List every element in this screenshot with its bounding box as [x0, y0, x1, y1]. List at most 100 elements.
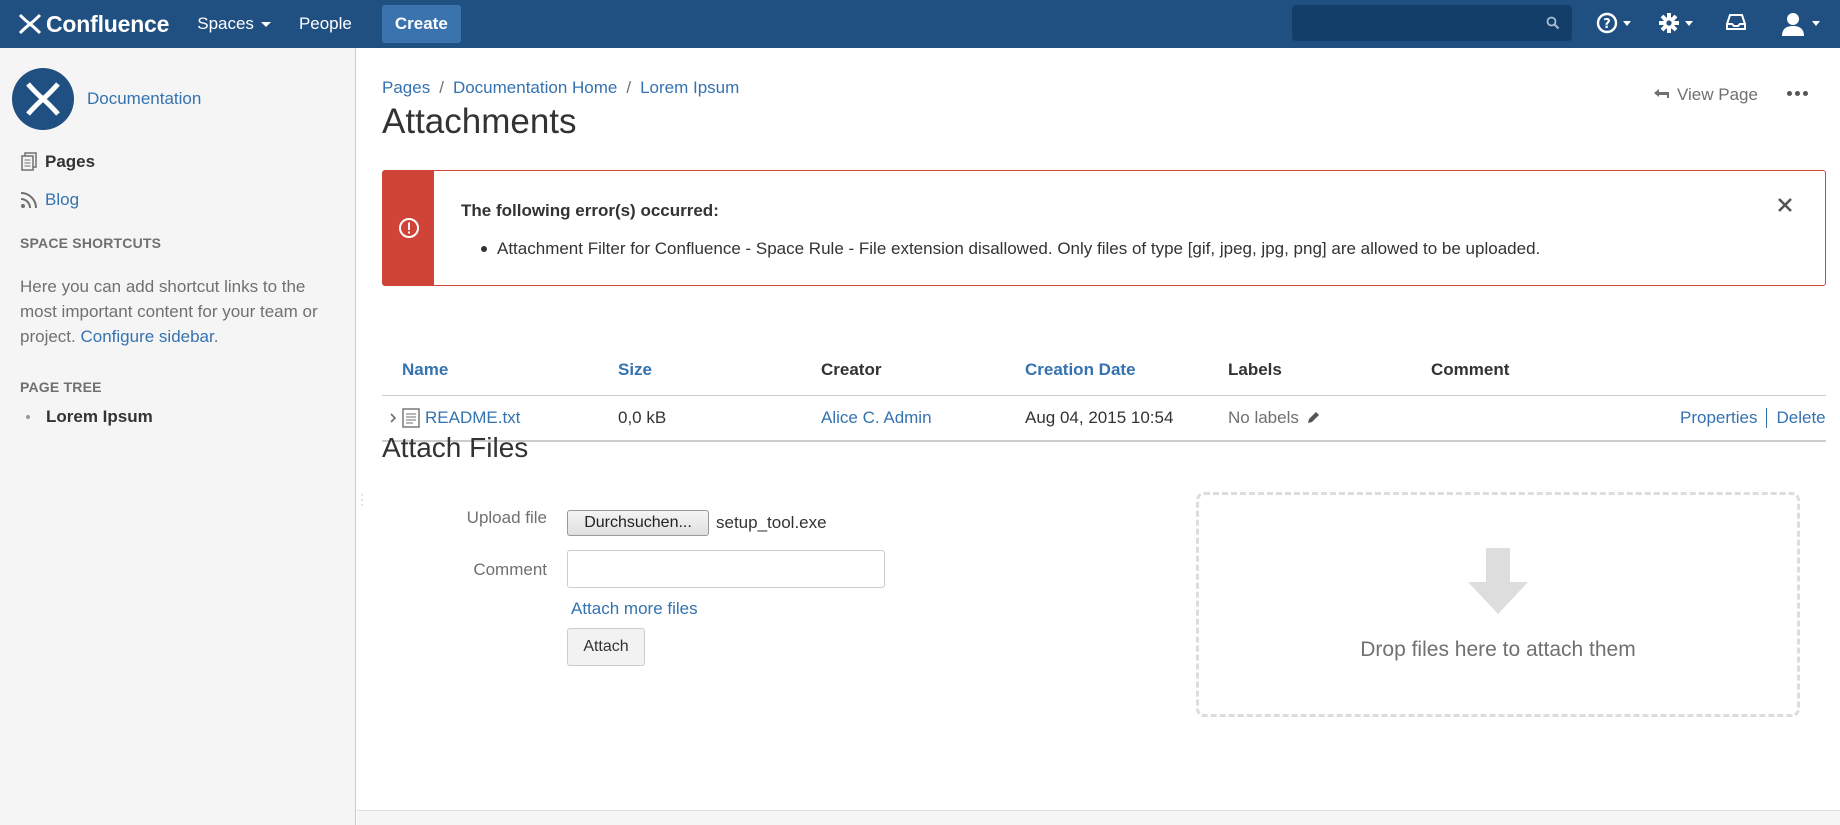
more-actions-button[interactable] — [1787, 91, 1808, 96]
labels-text: No labels — [1228, 408, 1299, 427]
row-actions: Properties Delete — [1680, 408, 1826, 428]
shortcuts-period: . — [213, 327, 219, 346]
sidebar-item-blog[interactable]: Blog — [20, 190, 79, 210]
error-text: Attachment Filter for Confluence - Space… — [497, 239, 1541, 258]
top-navigation-bar: Confluence Spaces People Create ? — [0, 0, 1840, 48]
footer-bar — [357, 810, 1840, 825]
selected-file-name: setup_tool.exe — [716, 513, 827, 532]
view-page-button[interactable]: View Page — [1653, 85, 1758, 105]
settings-menu[interactable] — [1658, 12, 1693, 34]
comment-field[interactable] — [567, 550, 885, 588]
sidebar-item-label: Pages — [45, 152, 96, 171]
main-content: Pages / Documentation Home / Lorem Ipsum… — [357, 48, 1840, 825]
rss-icon — [20, 192, 37, 209]
create-button[interactable]: Create — [381, 5, 461, 43]
page-title: Attachments — [382, 102, 577, 141]
attach-more-files-link[interactable]: Attach more files — [571, 599, 698, 619]
space-shortcuts-heading: SPACE SHORTCUTS — [20, 235, 162, 251]
column-header-creator: Creator — [821, 360, 882, 379]
page-tree-item-label: Lorem Ipsum — [46, 407, 153, 426]
more-dot — [1803, 91, 1808, 96]
confluence-x-icon — [26, 82, 60, 116]
column-header-labels: Labels — [1228, 360, 1282, 379]
breadcrumb-separator: / — [626, 78, 632, 97]
people-label: People — [298, 14, 352, 33]
breadcrumb-item-pages[interactable]: Pages — [382, 78, 430, 98]
back-arrow-icon — [1654, 89, 1669, 98]
close-icon[interactable] — [1778, 198, 1792, 212]
user-menu[interactable] — [1779, 9, 1820, 37]
pencil-icon[interactable] — [1305, 410, 1321, 426]
spaces-label: Spaces — [197, 14, 254, 33]
error-list-item: Attachment Filter for Confluence - Space… — [481, 239, 1540, 259]
attachment-file-link[interactable]: README.txt — [425, 408, 520, 428]
sidebar-item-pages[interactable]: Pages — [20, 152, 95, 172]
error-title: The following error(s) occurred: — [461, 201, 719, 220]
help-menu[interactable]: ? — [1596, 12, 1631, 34]
people-link[interactable]: People — [299, 0, 352, 48]
creator-link[interactable]: Alice C. Admin — [821, 408, 932, 428]
labels-cell: No labels — [1228, 408, 1321, 428]
error-stripe — [383, 171, 434, 285]
comment-label: Comment — [473, 560, 547, 579]
table-row: README.txt — [388, 408, 520, 428]
space-logo[interactable] — [12, 68, 74, 130]
confluence-x-icon — [18, 13, 42, 35]
page-tree-heading: PAGE TREE — [20, 379, 102, 395]
breadcrumb-item-lorem-ipsum[interactable]: Lorem Ipsum — [640, 78, 739, 98]
column-header-comment: Comment — [1431, 360, 1510, 379]
error-icon — [398, 218, 419, 238]
chevron-down-icon — [1623, 20, 1631, 26]
page-tree-item[interactable]: Lorem Ipsum — [26, 407, 153, 427]
chevron-down-icon — [1812, 20, 1820, 26]
header-divider — [382, 395, 1826, 396]
error-message-box: The following error(s) occurred: Attachm… — [382, 170, 1826, 286]
column-header-creation-date[interactable]: Creation Date — [1025, 360, 1136, 380]
column-header-size[interactable]: Size — [618, 360, 652, 380]
attachment-date: Aug 04, 2015 10:54 — [1025, 408, 1174, 427]
shortcuts-description: Here you can add shortcut links to the m… — [20, 274, 340, 349]
breadcrumb-item-documentation-home[interactable]: Documentation Home — [453, 78, 617, 98]
attachment-size: 0,0 kB — [618, 408, 667, 427]
upload-file-label: Upload file — [466, 508, 547, 527]
more-dot — [1787, 91, 1792, 96]
space-sidebar: Documentation Pages Blog SPACE SHORTCUTS… — [0, 48, 356, 825]
chevron-right-icon[interactable] — [388, 412, 398, 424]
breadcrumb-separator: / — [439, 78, 444, 97]
pages-icon — [21, 152, 37, 171]
column-header-name[interactable]: Name — [402, 360, 448, 380]
delete-link[interactable]: Delete — [1776, 408, 1825, 428]
search-icon — [1546, 16, 1560, 30]
logo-text: Confluence — [46, 10, 170, 37]
browse-button[interactable]: Durchsuchen... — [567, 510, 709, 536]
configure-sidebar-link[interactable]: Configure sidebar — [80, 327, 213, 346]
sidebar-item-label: Blog — [45, 190, 80, 209]
breadcrumb: Pages / Documentation Home / Lorem Ipsum — [382, 78, 739, 98]
action-divider — [1766, 408, 1768, 428]
more-dot — [1795, 91, 1800, 96]
bullet-icon — [481, 246, 487, 252]
attach-files-heading: Attach Files — [382, 432, 529, 463]
gear-icon — [1659, 13, 1679, 33]
spaces-menu[interactable]: Spaces — [197, 0, 271, 48]
search-field[interactable] — [1292, 5, 1572, 41]
drop-zone[interactable]: Drop files here to attach them — [1196, 492, 1800, 717]
view-page-label: View Page — [1677, 85, 1758, 104]
help-icon: ? — [1596, 12, 1618, 34]
notifications-button[interactable] — [1725, 12, 1747, 32]
confluence-logo[interactable]: Confluence — [18, 0, 169, 48]
avatar-icon — [1779, 9, 1807, 37]
chevron-down-icon — [260, 21, 271, 27]
drop-zone-text: Drop files here to attach them — [1360, 637, 1636, 661]
properties-link[interactable]: Properties — [1680, 408, 1757, 428]
inbox-icon — [1726, 14, 1746, 30]
svg-text:?: ? — [1603, 17, 1611, 32]
space-name-link[interactable]: Documentation — [87, 89, 201, 109]
text-file-icon — [402, 408, 420, 428]
bullet-icon — [26, 415, 30, 419]
attach-button[interactable]: Attach — [567, 628, 645, 666]
search-input[interactable] — [1292, 5, 1532, 41]
down-arrow-icon — [1468, 547, 1528, 614]
row-divider — [382, 440, 1826, 442]
chevron-down-icon — [1685, 20, 1693, 26]
